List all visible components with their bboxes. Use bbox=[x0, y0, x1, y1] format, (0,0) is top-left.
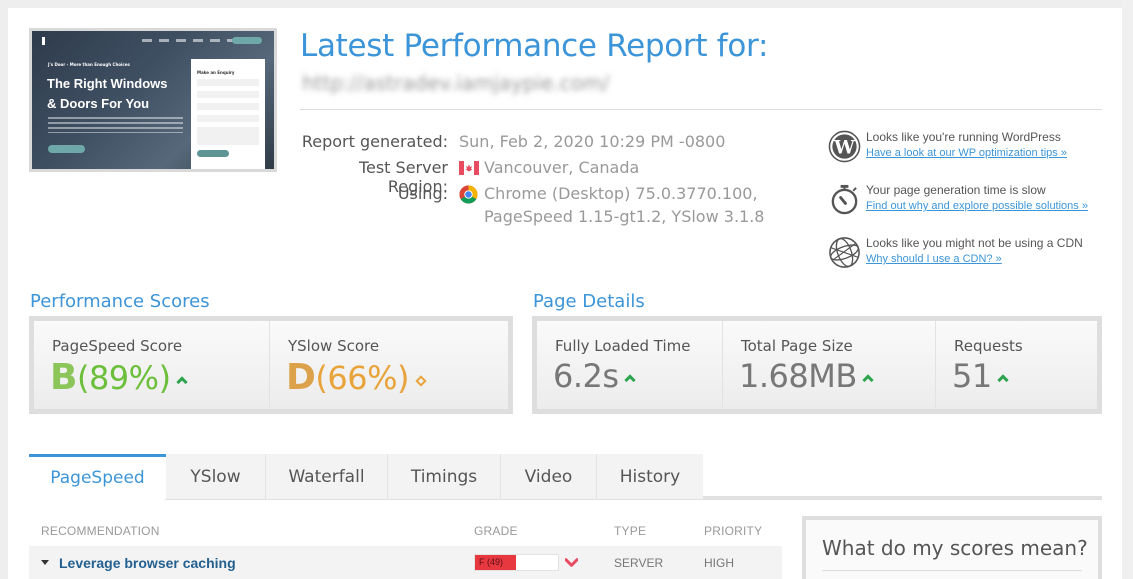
page-details-box: Fully Loaded Time 6.2s Total Page Size 1… bbox=[532, 316, 1102, 414]
requests-label: Requests bbox=[954, 337, 1023, 355]
thumb-nav-links bbox=[142, 39, 242, 42]
scores-explainer-divider bbox=[822, 570, 1082, 571]
site-screenshot-thumbnail: J's Door - More than Enough Choices The … bbox=[29, 28, 277, 172]
yslow-score-card[interactable]: YSlow Score D(66%) bbox=[270, 321, 508, 409]
tab-waterfall[interactable]: Waterfall bbox=[266, 454, 388, 499]
trend-up-icon bbox=[997, 374, 1009, 386]
scores-explainer-box: What do my scores mean? bbox=[802, 516, 1102, 579]
column-header-recommendation: RECOMMENDATION bbox=[41, 524, 160, 538]
column-header-type: TYPE bbox=[614, 524, 647, 538]
chrome-icon bbox=[459, 185, 478, 204]
trend-up-icon bbox=[623, 374, 636, 386]
scores-explainer-title: What do my scores mean? bbox=[822, 536, 1088, 560]
grade-bar-text: F (49) bbox=[479, 557, 504, 567]
requests-value: 51 bbox=[952, 357, 1009, 395]
pagespeed-grade: B bbox=[50, 357, 77, 398]
chevron-down-icon[interactable] bbox=[565, 556, 578, 569]
recommendation-title[interactable]: Leverage browser caching bbox=[59, 555, 236, 571]
region-value: Vancouver, Canada bbox=[484, 158, 640, 177]
report-generated-label: Report generated: bbox=[301, 132, 448, 151]
yslow-score-label: YSlow Score bbox=[288, 337, 380, 355]
header-divider bbox=[300, 109, 1102, 110]
page-details-title: Page Details bbox=[533, 291, 645, 312]
tip-link-wp-optimization[interactable]: Have a look at our WP optimization tips … bbox=[866, 147, 1067, 159]
thumb-paragraph bbox=[48, 117, 183, 133]
tip-link-cdn[interactable]: Why should I use a CDN? » bbox=[866, 253, 1002, 265]
report-generated-value: Sun, Feb 2, 2020 10:29 PM -0800 bbox=[459, 132, 726, 151]
page-title: Latest Performance Report for: bbox=[300, 28, 769, 64]
page-size-label: Total Page Size bbox=[741, 337, 853, 355]
fully-loaded-label: Fully Loaded Time bbox=[555, 337, 691, 355]
tab-video[interactable]: Video bbox=[501, 454, 597, 499]
performance-scores-title: Performance Scores bbox=[30, 291, 210, 312]
pagespeed-score-card[interactable]: PageSpeed Score B(89%) bbox=[34, 321, 270, 409]
trend-up-icon bbox=[862, 374, 874, 386]
yslow-score-value: D(66%) bbox=[286, 357, 427, 398]
pagespeed-score-label: PageSpeed Score bbox=[52, 337, 183, 355]
tip-link-generation-time[interactable]: Find out why and explore possible soluti… bbox=[866, 200, 1088, 212]
thumb-logo bbox=[42, 37, 68, 45]
fully-loaded-card: Fully Loaded Time 6.2s bbox=[537, 321, 723, 409]
stopwatch-icon bbox=[831, 184, 858, 215]
report-url[interactable]: http://astradev.iamjaypie.com/ bbox=[302, 71, 609, 95]
yslow-grade: D bbox=[286, 357, 316, 398]
thumb-headline: The Right Windows & Doors For You bbox=[47, 76, 168, 111]
performance-scores-box: PageSpeed Score B(89%) YSlow Score D(66%… bbox=[29, 316, 513, 414]
thumb-button bbox=[48, 145, 85, 153]
trend-neutral-icon bbox=[415, 375, 427, 387]
table-row[interactable]: Leverage browser caching F (49) SERVER H… bbox=[29, 546, 782, 579]
thumb-enquiry-form: Make an Enquiry bbox=[191, 59, 265, 169]
page-scrollbar-track[interactable] bbox=[1122, 0, 1133, 579]
pagespeed-percent: (89%) bbox=[76, 359, 171, 397]
globe-icon bbox=[829, 237, 860, 268]
fully-loaded-value: 6.2s bbox=[553, 357, 636, 395]
tab-history[interactable]: History bbox=[597, 454, 703, 499]
tip-text: Looks like you're running WordPress bbox=[866, 130, 1061, 144]
page-size-card: Total Page Size 1.68MB bbox=[723, 321, 936, 409]
tip-text: Looks like you might not be using a CDN bbox=[866, 236, 1083, 250]
using-value-tools: PageSpeed 1.15-gt1.2, YSlow 3.1.8 bbox=[484, 207, 765, 226]
column-header-priority: PRIORITY bbox=[704, 524, 763, 538]
expand-caret-icon[interactable] bbox=[41, 560, 49, 565]
svg-text:W: W bbox=[833, 137, 855, 158]
tab-pagespeed[interactable]: PageSpeed bbox=[29, 454, 166, 499]
yslow-percent: (66%) bbox=[315, 359, 409, 397]
page-size-value: 1.68MB bbox=[739, 357, 874, 395]
wordpress-icon: W bbox=[828, 130, 861, 163]
grade-bar: F (49) bbox=[474, 554, 559, 571]
requests-card: Requests 51 bbox=[936, 321, 1097, 409]
trend-up-icon bbox=[175, 376, 188, 388]
using-value-browser: Chrome (Desktop) 75.0.3770.100, bbox=[484, 184, 758, 203]
column-header-grade: GRADE bbox=[474, 524, 518, 538]
tip-text: Your page generation time is slow bbox=[866, 183, 1046, 197]
tab-yslow[interactable]: YSlow bbox=[166, 454, 266, 499]
thumb-cta-button bbox=[232, 37, 262, 44]
tab-timings[interactable]: Timings bbox=[388, 454, 501, 499]
recommendation-type: SERVER bbox=[614, 556, 664, 570]
recommendation-priority: HIGH bbox=[704, 556, 734, 570]
canada-flag-icon bbox=[459, 161, 479, 175]
thumb-kicker: J's Door - More than Enough Choices bbox=[48, 62, 130, 67]
using-label: Using: bbox=[397, 184, 448, 203]
pagespeed-score-value: B(89%) bbox=[50, 357, 188, 398]
report-tabs: PageSpeed YSlow Waterfall Timings Video … bbox=[29, 454, 703, 499]
